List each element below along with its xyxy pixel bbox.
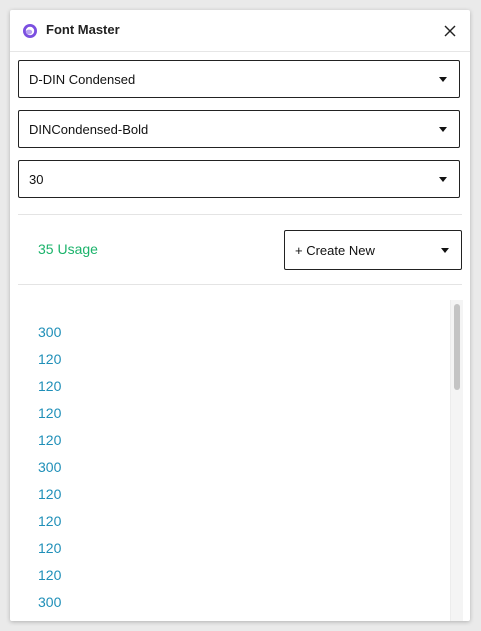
list-item[interactable]: 300 [38, 594, 61, 610]
divider [18, 284, 462, 285]
font-style-select[interactable]: DINCondensed-Bold [18, 110, 460, 148]
font-family-value: D-DIN Condensed [29, 72, 136, 87]
scrollbar-thumb[interactable] [454, 304, 460, 390]
font-master-logo-icon [23, 24, 37, 38]
list-item[interactable]: 120 [38, 513, 61, 529]
create-new-label: + Create New [295, 243, 375, 258]
app-title: Font Master [46, 22, 120, 37]
font-master-panel: Font Master D-DIN Condensed DINCondensed… [10, 10, 470, 621]
list-item[interactable]: 120 [38, 540, 61, 556]
close-icon[interactable] [442, 23, 458, 39]
create-new-dropdown[interactable]: + Create New [284, 230, 462, 270]
chevron-down-icon [441, 248, 449, 253]
chevron-down-icon [439, 177, 447, 182]
font-family-select[interactable]: D-DIN Condensed [18, 60, 460, 98]
chevron-down-icon [439, 77, 447, 82]
list-item[interactable]: 120 [38, 351, 61, 367]
scrollbar-track[interactable] [450, 300, 463, 621]
list-item[interactable]: 120 [38, 405, 61, 421]
usage-count: 35 Usage [38, 241, 98, 257]
list-item[interactable]: 120 [38, 378, 61, 394]
list-item[interactable]: 300 [38, 324, 61, 340]
font-style-value: DINCondensed-Bold [29, 122, 149, 137]
list-item[interactable]: 120 [38, 567, 61, 583]
title-bar: Font Master [10, 10, 470, 52]
list-item[interactable]: 120 [38, 432, 61, 448]
font-size-select[interactable]: 30 [18, 160, 460, 198]
list-item[interactable]: 120 [38, 486, 61, 502]
usage-list: 300 120 120 120 120 300 120 120 120 120 … [10, 300, 450, 621]
list-item[interactable]: 300 [38, 459, 61, 475]
font-size-value: 30 [29, 172, 44, 187]
divider [18, 214, 462, 215]
chevron-down-icon [439, 127, 447, 132]
